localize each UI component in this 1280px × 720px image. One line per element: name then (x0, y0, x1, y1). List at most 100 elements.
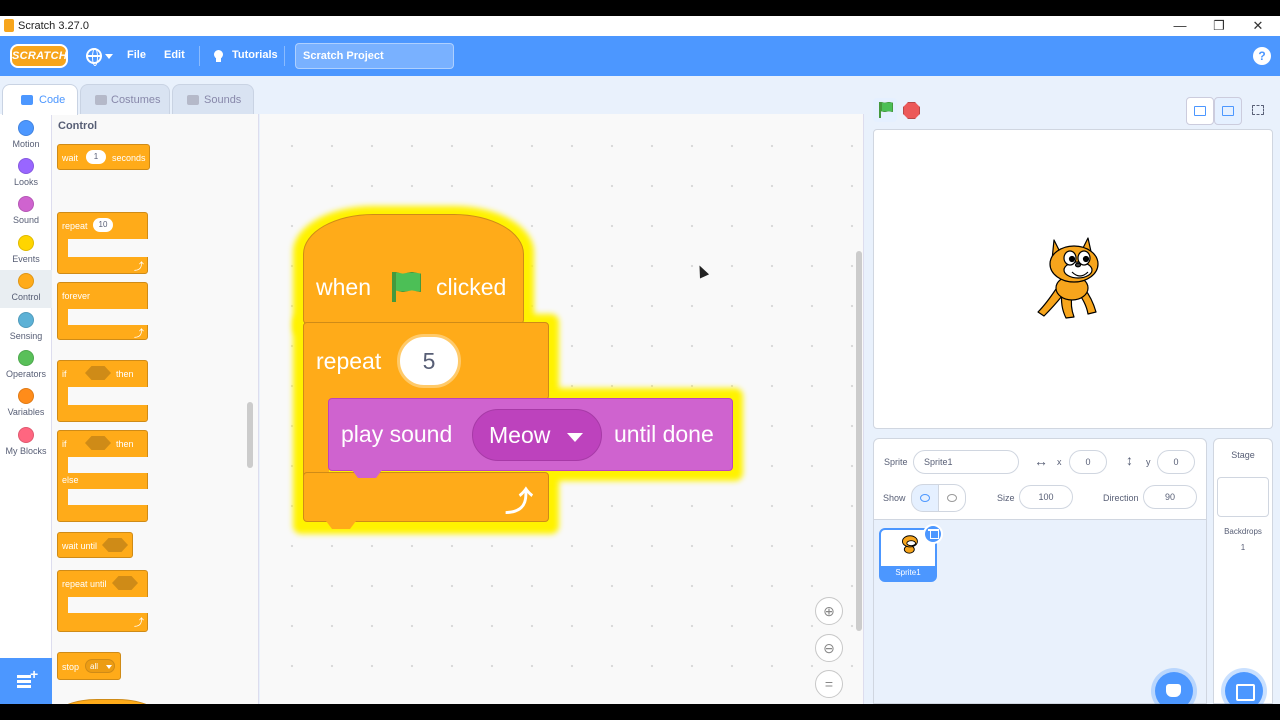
category-label: Control (11, 292, 41, 302)
tab-sounds[interactable]: Sounds (172, 84, 254, 114)
menu-divider (199, 46, 200, 66)
wait-value-input[interactable]: 1 (86, 150, 106, 164)
normal-stage-button[interactable] (1214, 97, 1242, 125)
category-events[interactable]: Events (0, 232, 52, 270)
sprite-info-panel: Sprite Sprite1 ↔ x 0 ↕ y 0 Show Size 100… (873, 438, 1207, 520)
wait-seconds-block[interactable]: wait 1 seconds (57, 144, 150, 170)
stop-button[interactable] (903, 102, 920, 119)
repeat-until-block[interactable]: repeat until ⤴ (57, 570, 150, 632)
zoom-in-button[interactable]: ⊕ (815, 597, 843, 625)
block-text: wait (62, 153, 79, 163)
zoom-reset-button[interactable]: = (815, 670, 843, 698)
stop-block[interactable]: stop all (57, 652, 121, 680)
condition-slot[interactable] (85, 436, 111, 450)
hat-text-when: when (316, 274, 371, 300)
block-slot (68, 489, 150, 505)
condition-slot[interactable] (102, 538, 128, 552)
add-extension-button[interactable] (0, 658, 52, 704)
condition-slot[interactable] (85, 366, 111, 380)
add-sprite-button[interactable] (1155, 672, 1193, 704)
backdrops-label: Backdrops (1224, 527, 1262, 536)
tutorials-menu[interactable]: Tutorials (232, 49, 278, 61)
help-icon[interactable]: ? (1253, 47, 1271, 65)
language-globe-icon[interactable] (86, 48, 102, 66)
repeat-block-arm (303, 396, 329, 476)
category-label: My Blocks (5, 446, 47, 456)
y-arrows-icon: ↕ (1126, 452, 1133, 468)
menu-bar: SCRATCH File Edit Tutorials Scratch Proj… (0, 36, 1280, 76)
control-dot-icon (18, 273, 34, 289)
category-variables[interactable]: Variables (0, 385, 52, 423)
loop-arrow-icon: ⤴ (134, 262, 144, 273)
category-control[interactable]: Control (0, 270, 52, 308)
cat-sprite[interactable] (1026, 234, 1116, 324)
direction-input[interactable]: 90 (1143, 485, 1197, 509)
block-text: then (116, 369, 134, 379)
sprite-name-input[interactable]: Sprite1 (913, 450, 1019, 474)
script-vertical-scrollbar[interactable] (856, 251, 862, 631)
if-then-else-block[interactable]: if then else (57, 430, 150, 522)
repeat-count-input[interactable]: 5 (397, 334, 461, 388)
category-label: Operators (5, 369, 47, 379)
category-label: Events (12, 254, 40, 264)
tutorials-bulb-icon[interactable] (212, 49, 224, 63)
until-done-text: until done (614, 421, 714, 447)
tab-costumes[interactable]: Costumes (80, 84, 170, 114)
minimize-button[interactable]: — (1166, 18, 1194, 34)
eye-icon (920, 494, 930, 502)
menu-divider (284, 46, 285, 66)
edit-menu[interactable]: Edit (164, 49, 185, 61)
tab-code-label: Code (39, 94, 66, 106)
direction-label: Direction (1103, 493, 1139, 503)
small-stage-icon (1194, 106, 1206, 116)
block-text: stop (62, 662, 80, 672)
control-hat-block-partial[interactable] (57, 699, 157, 704)
events-dot-icon (18, 235, 34, 251)
zoom-out-button[interactable]: ⊖ (815, 634, 843, 662)
x-input[interactable]: 0 (1069, 450, 1107, 474)
small-stage-button[interactable] (1186, 97, 1214, 125)
block-text: wait until (62, 541, 98, 551)
language-caret-icon[interactable] (105, 54, 113, 59)
close-window-button[interactable]: ✕ (1244, 18, 1272, 34)
wait-until-block[interactable]: wait until (57, 532, 133, 558)
restore-button[interactable]: ❐ (1205, 18, 1233, 34)
my-blocks-dot-icon (18, 427, 34, 443)
window-title: Scratch 3.27.0 (18, 20, 89, 32)
project-title-input[interactable]: Scratch Project (295, 43, 454, 69)
normal-stage-icon (1222, 106, 1234, 116)
sound-dropdown[interactable]: Meow (472, 409, 602, 461)
category-sound[interactable]: Sound (0, 193, 52, 231)
forever-block[interactable]: forever ⤴ (57, 282, 150, 340)
category-operators[interactable]: Operators (0, 347, 52, 385)
repeat-block[interactable]: repeat 10 ⤴ (57, 212, 150, 274)
stage-selector-panel[interactable]: Stage Backdrops 1 (1213, 438, 1273, 704)
green-flag-button[interactable] (873, 98, 897, 122)
size-input[interactable]: 100 (1019, 485, 1073, 509)
category-sensing[interactable]: Sensing (0, 309, 52, 347)
category-label: Variables (7, 407, 45, 417)
fullscreen-button[interactable] (1245, 97, 1273, 125)
scratch-logo[interactable]: SCRATCH (10, 44, 68, 68)
show-hidden-button[interactable] (938, 484, 966, 512)
backdrop-thumbnail[interactable] (1217, 477, 1269, 517)
category-motion[interactable]: Motion (0, 117, 52, 155)
if-then-block[interactable]: if then (57, 360, 150, 422)
palette-scrollbar[interactable] (247, 402, 253, 468)
tab-code[interactable]: Code (2, 84, 78, 115)
repeat-value-input[interactable]: 10 (93, 218, 113, 232)
category-looks[interactable]: Looks (0, 155, 52, 193)
delete-sprite-trash-icon[interactable] (923, 524, 943, 544)
block-categories: Motion Looks Sound Events Control Sensin… (0, 114, 52, 704)
when-flag-clicked-block[interactable] (303, 214, 524, 324)
x-arrows-icon: ↔ (1034, 453, 1048, 469)
add-backdrop-button[interactable] (1225, 672, 1263, 704)
green-flag-icon (395, 272, 421, 292)
condition-slot[interactable] (112, 576, 138, 590)
show-visible-button[interactable] (911, 484, 939, 512)
file-menu[interactable]: File (127, 49, 146, 61)
category-my-blocks[interactable]: My Blocks (0, 424, 52, 462)
block-text: else (62, 475, 79, 485)
y-input[interactable]: 0 (1157, 450, 1195, 474)
stage-canvas[interactable] (873, 129, 1273, 429)
